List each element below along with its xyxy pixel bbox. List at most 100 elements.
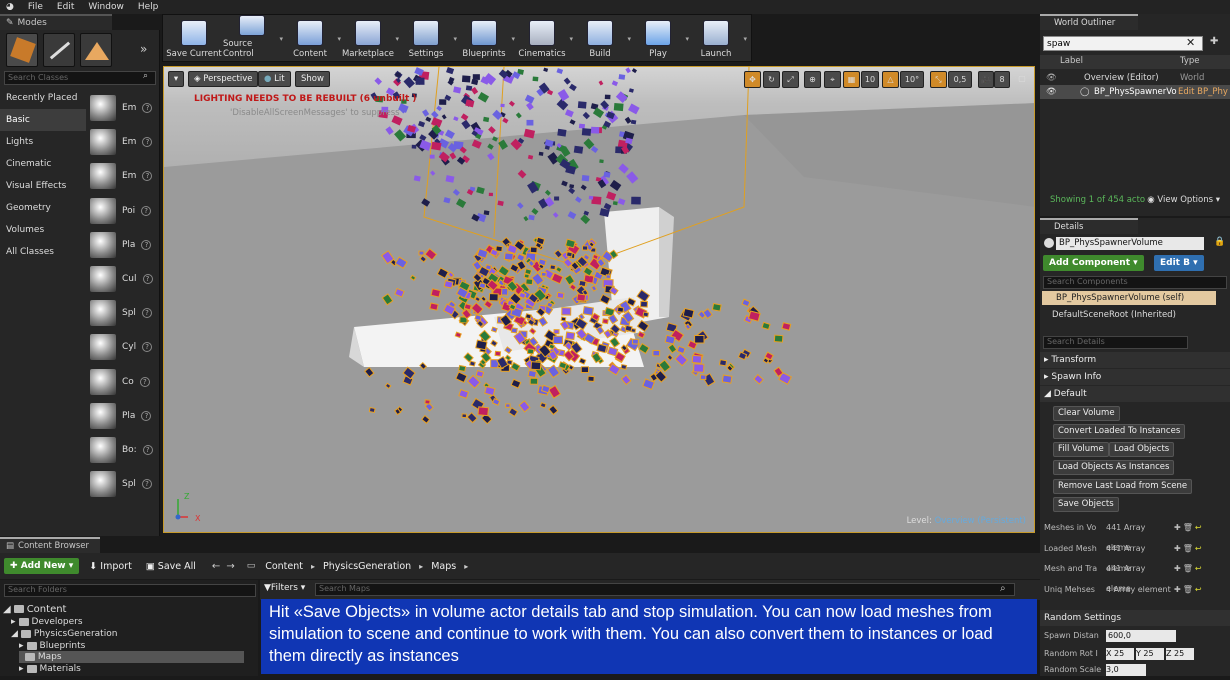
tree-item-maps[interactable]: Maps	[19, 651, 244, 663]
help-icon[interactable]: ?	[141, 308, 152, 319]
save-all-button[interactable]: ▣ Save All	[146, 561, 196, 572]
tab-content-browser[interactable]: ▤ Content Browser	[0, 537, 100, 553]
help-icon[interactable]: ?	[139, 376, 150, 387]
help-icon[interactable]: ?	[142, 342, 153, 353]
help-icon[interactable]: ?	[141, 205, 152, 216]
lock-icon[interactable]: 🔒	[1214, 237, 1225, 247]
rot-z-field[interactable]: Z 25	[1166, 648, 1194, 660]
section-spawn-info[interactable]: ▸ Spawn Info	[1040, 369, 1230, 385]
toolbar-play-button[interactable]: Play ▾	[629, 15, 689, 63]
category-recently-placed[interactable]: Recently Placed	[0, 87, 86, 109]
add-element-icon[interactable]: ✚	[1174, 518, 1181, 538]
menu-help[interactable]: Help	[138, 2, 159, 12]
class-item[interactable]: Cul?	[90, 262, 158, 296]
class-item[interactable]: Pla?	[90, 228, 158, 262]
add-component-button[interactable]: Add Component ▾	[1043, 255, 1144, 271]
help-icon[interactable]: ?	[141, 410, 152, 421]
visibility-icon[interactable]: 👁	[1046, 71, 1057, 85]
paint-mode-icon[interactable]	[43, 33, 75, 67]
reset-icon[interactable]: ↩	[1195, 518, 1202, 538]
reset-icon[interactable]: ↩	[1195, 559, 1202, 579]
viewport-options-button[interactable]: ▾	[168, 71, 184, 87]
class-item[interactable]: Spl?	[90, 467, 158, 501]
outliner-search-input[interactable]: spaw	[1043, 36, 1203, 51]
menu-edit[interactable]: Edit	[57, 2, 74, 12]
add-element-icon[interactable]: ✚	[1174, 580, 1181, 600]
expand-modes-icon[interactable]: »	[140, 42, 147, 56]
toolbar-content-button[interactable]: Content ▾	[281, 15, 341, 63]
surface-snap-icon[interactable]: ⌖	[824, 71, 841, 88]
toolbar-blueprints-button[interactable]: Blueprints ▾	[455, 15, 515, 63]
search-details-input[interactable]: Search Details	[1043, 336, 1188, 349]
scale-icon[interactable]: ⤢	[782, 71, 799, 88]
forward-icon[interactable]: →	[226, 561, 234, 572]
menu-window[interactable]: Window	[88, 2, 124, 12]
class-item[interactable]: Em?	[90, 91, 158, 125]
edit-blueprint-button[interactable]: Edit B ▾	[1154, 255, 1204, 271]
tab-details[interactable]: Details	[1040, 218, 1138, 234]
add-element-icon[interactable]: ✚	[1174, 559, 1181, 579]
class-item[interactable]: Co?	[90, 365, 158, 399]
toolbar-source-control-button[interactable]: Source Control ▾	[223, 15, 283, 63]
path-maps[interactable]: Maps	[431, 561, 456, 572]
help-icon[interactable]: ?	[142, 445, 153, 455]
class-item[interactable]: Em?	[90, 125, 158, 159]
delete-icon[interactable]: 🗑	[1183, 539, 1193, 559]
tab-world-outliner[interactable]: World Outliner	[1040, 14, 1138, 30]
delete-icon[interactable]: 🗑	[1183, 518, 1193, 538]
category-all-classes[interactable]: All Classes	[0, 241, 86, 263]
camera-speed-value[interactable]: 8	[994, 71, 1010, 88]
level-viewport[interactable]: Z X ▾ ◈ Perspective ● Lit Show LIGHTING …	[163, 66, 1035, 533]
rotation-snap-icon[interactable]: △	[882, 71, 899, 88]
column-type[interactable]: Type	[1180, 56, 1200, 66]
help-icon[interactable]: ?	[142, 171, 153, 182]
class-item[interactable]: Spl?	[90, 296, 158, 330]
save-objects-button[interactable]: Save Objects	[1053, 497, 1119, 512]
category-cinematic[interactable]: Cinematic	[0, 153, 86, 175]
remove-last-load-button[interactable]: Remove Last Load from Scene	[1053, 479, 1193, 494]
help-icon[interactable]: ?	[142, 274, 153, 284]
add-new-button[interactable]: ✚ Add New ▾	[4, 558, 80, 574]
toolbar-settings-button[interactable]: Settings ▾	[397, 15, 457, 63]
random-scale-field[interactable]: 3,0	[1106, 664, 1146, 676]
class-item[interactable]: Bo:?	[90, 433, 158, 467]
import-button[interactable]: ⬇ Import	[89, 561, 132, 572]
menu-file[interactable]: File	[28, 2, 43, 12]
grid-snap-icon[interactable]: ▦	[843, 71, 860, 88]
toolbar-launch-button[interactable]: Launch ▾	[687, 15, 747, 63]
toolbar-save-current-button[interactable]: Save Current	[165, 15, 223, 63]
add-element-icon[interactable]: ✚	[1174, 539, 1181, 559]
load-objects-instances-button[interactable]: Load Objects As Instances	[1053, 460, 1175, 475]
view-options-button[interactable]: ◉ View Options ▾	[1147, 195, 1220, 205]
perspective-button[interactable]: ◈ Perspective	[188, 71, 259, 87]
tree-item-materials[interactable]: ▸ Materials	[19, 663, 81, 675]
delete-icon[interactable]: 🗑	[1183, 559, 1193, 579]
reset-icon[interactable]: ↩	[1195, 539, 1202, 559]
component-scene-root[interactable]: DefaultSceneRoot (Inherited)	[1042, 310, 1176, 320]
world-space-icon[interactable]: ⊕	[804, 71, 821, 88]
tree-item-content[interactable]: ◢ Content	[3, 603, 66, 615]
tab-modes[interactable]: ✎ Modes	[0, 14, 112, 30]
category-geometry[interactable]: Geometry	[0, 197, 86, 219]
maximize-viewport-icon[interactable]: ▢	[1016, 71, 1028, 88]
clear-volume-button[interactable]: Clear Volume	[1053, 406, 1120, 421]
load-objects-button[interactable]: Load Objects	[1109, 442, 1175, 457]
path-content[interactable]: Content	[265, 561, 303, 572]
rot-y-field[interactable]: Y 25	[1136, 648, 1164, 660]
toolbar-cinematics-button[interactable]: Cinematics ▾	[513, 15, 573, 63]
class-item[interactable]: Pla?	[90, 399, 158, 433]
section-default[interactable]: ◢ Default	[1040, 386, 1230, 402]
search-folders-input[interactable]: Search Folders	[4, 584, 256, 597]
category-visual-effects[interactable]: Visual Effects	[0, 175, 86, 197]
delete-icon[interactable]: 🗑	[1183, 580, 1193, 600]
add-filter-icon[interactable]: ✚	[1210, 36, 1218, 47]
actor-name-field[interactable]: BP_PhysSpawnerVolume	[1056, 237, 1204, 250]
scale-snap-value[interactable]: 0,5	[948, 71, 972, 88]
path-physicsgeneration[interactable]: PhysicsGeneration	[323, 561, 411, 572]
spawn-distance-field[interactable]: 600,0	[1106, 630, 1176, 642]
section-random-settings[interactable]: Random Settings	[1040, 610, 1230, 626]
place-mode-icon[interactable]	[6, 33, 38, 67]
help-icon[interactable]: ?	[141, 479, 152, 490]
filters-button[interactable]: ▼Filters ▾	[264, 583, 305, 593]
translate-icon[interactable]: ✥	[744, 71, 761, 88]
